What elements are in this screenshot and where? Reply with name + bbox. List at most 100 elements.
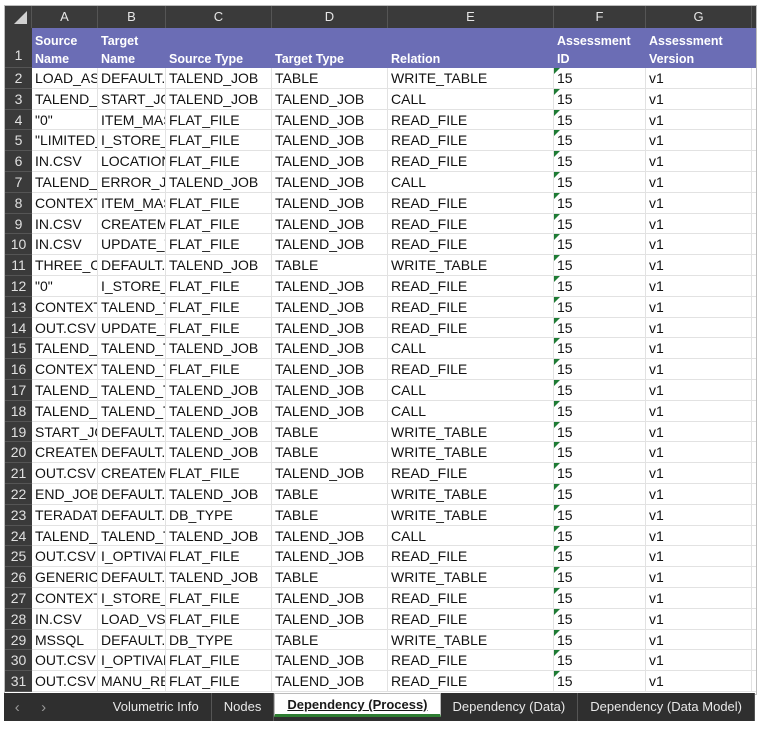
cell-source-type[interactable]: FLAT_FILE <box>166 213 272 234</box>
row-number[interactable]: 17 <box>5 379 32 401</box>
cell-assessment-version[interactable]: v1 <box>646 130 752 151</box>
cell-source-name[interactable]: "0" <box>32 275 98 296</box>
cell-assessment-version[interactable]: v1 <box>646 171 752 192</box>
cell-target-type[interactable]: TALEND_JOB <box>272 338 388 359</box>
cell-assessment-id[interactable]: 15 <box>554 400 646 421</box>
cell-source-name[interactable]: END_JOB_ <box>32 483 98 504</box>
row-number[interactable]: 22 <box>5 483 32 505</box>
cell-target-type[interactable]: TALEND_JOB <box>272 359 388 379</box>
cell-source-type[interactable]: DB_TYPE <box>166 629 272 650</box>
cell-assessment-id[interactable]: 15 <box>554 421 646 442</box>
cell-relation[interactable]: WRITE_TABLE <box>388 255 554 275</box>
cell-target-name[interactable]: UPDATE_T <box>98 317 166 338</box>
cell-source-type[interactable]: TALEND_JOB <box>166 421 272 442</box>
cell-source-name[interactable]: TALEND_T <box>32 171 98 192</box>
cell-assessment-version[interactable]: v1 <box>646 213 752 234</box>
column-header-g[interactable]: G <box>646 6 752 28</box>
row-number[interactable]: 1 <box>5 28 32 68</box>
cell-relation[interactable]: READ_FILE <box>388 359 554 379</box>
row-number[interactable]: 15 <box>5 338 32 360</box>
cell-assessment-version[interactable]: v1 <box>646 629 752 650</box>
cell-target-type[interactable]: TALEND_JOB <box>272 171 388 192</box>
cell-target-name[interactable]: TALEND_T <box>98 400 166 421</box>
cell-assessment-id[interactable]: 15 <box>554 130 646 151</box>
cell-source-name[interactable]: OUT.CSV <box>32 671 98 691</box>
cell-relation[interactable]: WRITE_TABLE <box>388 629 554 650</box>
cell-target-type[interactable]: TALEND_JOB <box>272 296 388 317</box>
cell-assessment-id[interactable]: 15 <box>554 629 646 650</box>
cell-assessment-version[interactable]: v1 <box>646 296 752 317</box>
cell-target-name[interactable]: DEFAULT. <box>98 504 166 525</box>
cell-assessment-id[interactable]: 15 <box>554 151 646 171</box>
cell-assessment-id[interactable]: 15 <box>554 338 646 359</box>
row-number[interactable]: 11 <box>5 255 32 276</box>
cell-assessment-version[interactable]: v1 <box>646 234 752 255</box>
row-number[interactable]: 31 <box>5 671 32 692</box>
cell-relation[interactable]: CALL <box>388 338 554 359</box>
cell-source-name[interactable]: CONTEXT. <box>32 296 98 317</box>
cell-assessment-version[interactable]: v1 <box>646 463 752 483</box>
cell-relation[interactable]: READ_FILE <box>388 275 554 296</box>
chevron-right-icon[interactable]: › <box>30 699 56 716</box>
cell-target-name[interactable]: TALEND_T <box>98 296 166 317</box>
row-number[interactable]: 21 <box>5 463 32 484</box>
cell-assessment-id[interactable]: 15 <box>554 234 646 255</box>
cell-source-name[interactable]: CREATEMU <box>32 442 98 463</box>
column-header-f[interactable]: F <box>554 6 646 28</box>
cell-target-type[interactable]: TALEND_JOB <box>272 130 388 151</box>
cell-source-name[interactable]: GENERIC_ <box>32 567 98 587</box>
cell-assessment-version[interactable]: v1 <box>646 525 752 546</box>
row-number[interactable]: 16 <box>5 359 32 380</box>
cell-target-type[interactable]: TALEND_JOB <box>272 587 388 608</box>
cell-assessment-id[interactable]: 15 <box>554 171 646 192</box>
cell-relation[interactable]: READ_FILE <box>388 192 554 213</box>
row-number[interactable]: 26 <box>5 567 32 588</box>
row-number[interactable]: 27 <box>5 587 32 609</box>
cell-source-name[interactable]: CONTEXT. <box>32 359 98 379</box>
header-cell-relation[interactable]: Relation <box>388 28 554 68</box>
cell-source-type[interactable]: FLAT_FILE <box>166 463 272 483</box>
cell-target-type[interactable]: TALEND_JOB <box>272 671 388 691</box>
cell-source-name[interactable]: CONTEXT. <box>32 192 98 213</box>
cell-target-name[interactable]: START_JOB <box>98 88 166 109</box>
cell-relation[interactable]: READ_FILE <box>388 650 554 671</box>
cell-source-name[interactable]: TERADATA <box>32 504 98 525</box>
cell-assessment-id[interactable]: 15 <box>554 463 646 483</box>
cell-target-type[interactable]: TALEND_JOB <box>272 463 388 483</box>
cell-target-name[interactable]: LOCATION <box>98 151 166 171</box>
cell-source-name[interactable]: IN.CSV <box>32 213 98 234</box>
cell-assessment-id[interactable]: 15 <box>554 671 646 691</box>
cell-assessment-id[interactable]: 15 <box>554 546 646 567</box>
cell-source-name[interactable]: TALEND_T <box>32 88 98 109</box>
cell-source-name[interactable]: IN.CSV <box>32 608 98 629</box>
cell-target-type[interactable]: TABLE <box>272 567 388 587</box>
cell-target-type[interactable]: TABLE <box>272 504 388 525</box>
cell-target-name[interactable]: LOAD_VSD <box>98 608 166 629</box>
cell-source-name[interactable]: TALEND_T <box>32 525 98 546</box>
cell-assessment-version[interactable]: v1 <box>646 504 752 525</box>
row-number[interactable]: 6 <box>5 151 32 172</box>
cell-relation[interactable]: READ_FILE <box>388 671 554 691</box>
tab-volumetric-info[interactable]: Volumetric Info <box>101 693 212 721</box>
cell-relation[interactable]: READ_FILE <box>388 317 554 338</box>
cell-assessment-id[interactable]: 15 <box>554 483 646 504</box>
cell-source-name[interactable]: MSSQL <box>32 629 98 650</box>
cell-target-name[interactable]: ITEM_MAS <box>98 109 166 130</box>
cell-target-name[interactable]: ITEM_MAS <box>98 192 166 213</box>
cell-assessment-version[interactable]: v1 <box>646 421 752 442</box>
row-number[interactable]: 28 <box>5 608 32 630</box>
cell-source-name[interactable]: OUT.CSV <box>32 317 98 338</box>
cell-source-type[interactable]: TALEND_JOB <box>166 442 272 463</box>
header-cell-source-type[interactable]: Source Type <box>166 28 272 68</box>
cell-assessment-id[interactable]: 15 <box>554 68 646 88</box>
cell-relation[interactable]: READ_FILE <box>388 234 554 255</box>
cell-assessment-id[interactable]: 15 <box>554 359 646 379</box>
cell-assessment-version[interactable]: v1 <box>646 192 752 213</box>
row-number[interactable]: 2 <box>5 68 32 89</box>
cell-assessment-version[interactable]: v1 <box>646 317 752 338</box>
cell-assessment-version[interactable]: v1 <box>646 109 752 130</box>
cell-relation[interactable]: WRITE_TABLE <box>388 421 554 442</box>
row-number[interactable]: 23 <box>5 504 32 526</box>
cell-source-type[interactable]: FLAT_FILE <box>166 546 272 567</box>
cell-source-name[interactable]: OUT.CSV <box>32 546 98 567</box>
